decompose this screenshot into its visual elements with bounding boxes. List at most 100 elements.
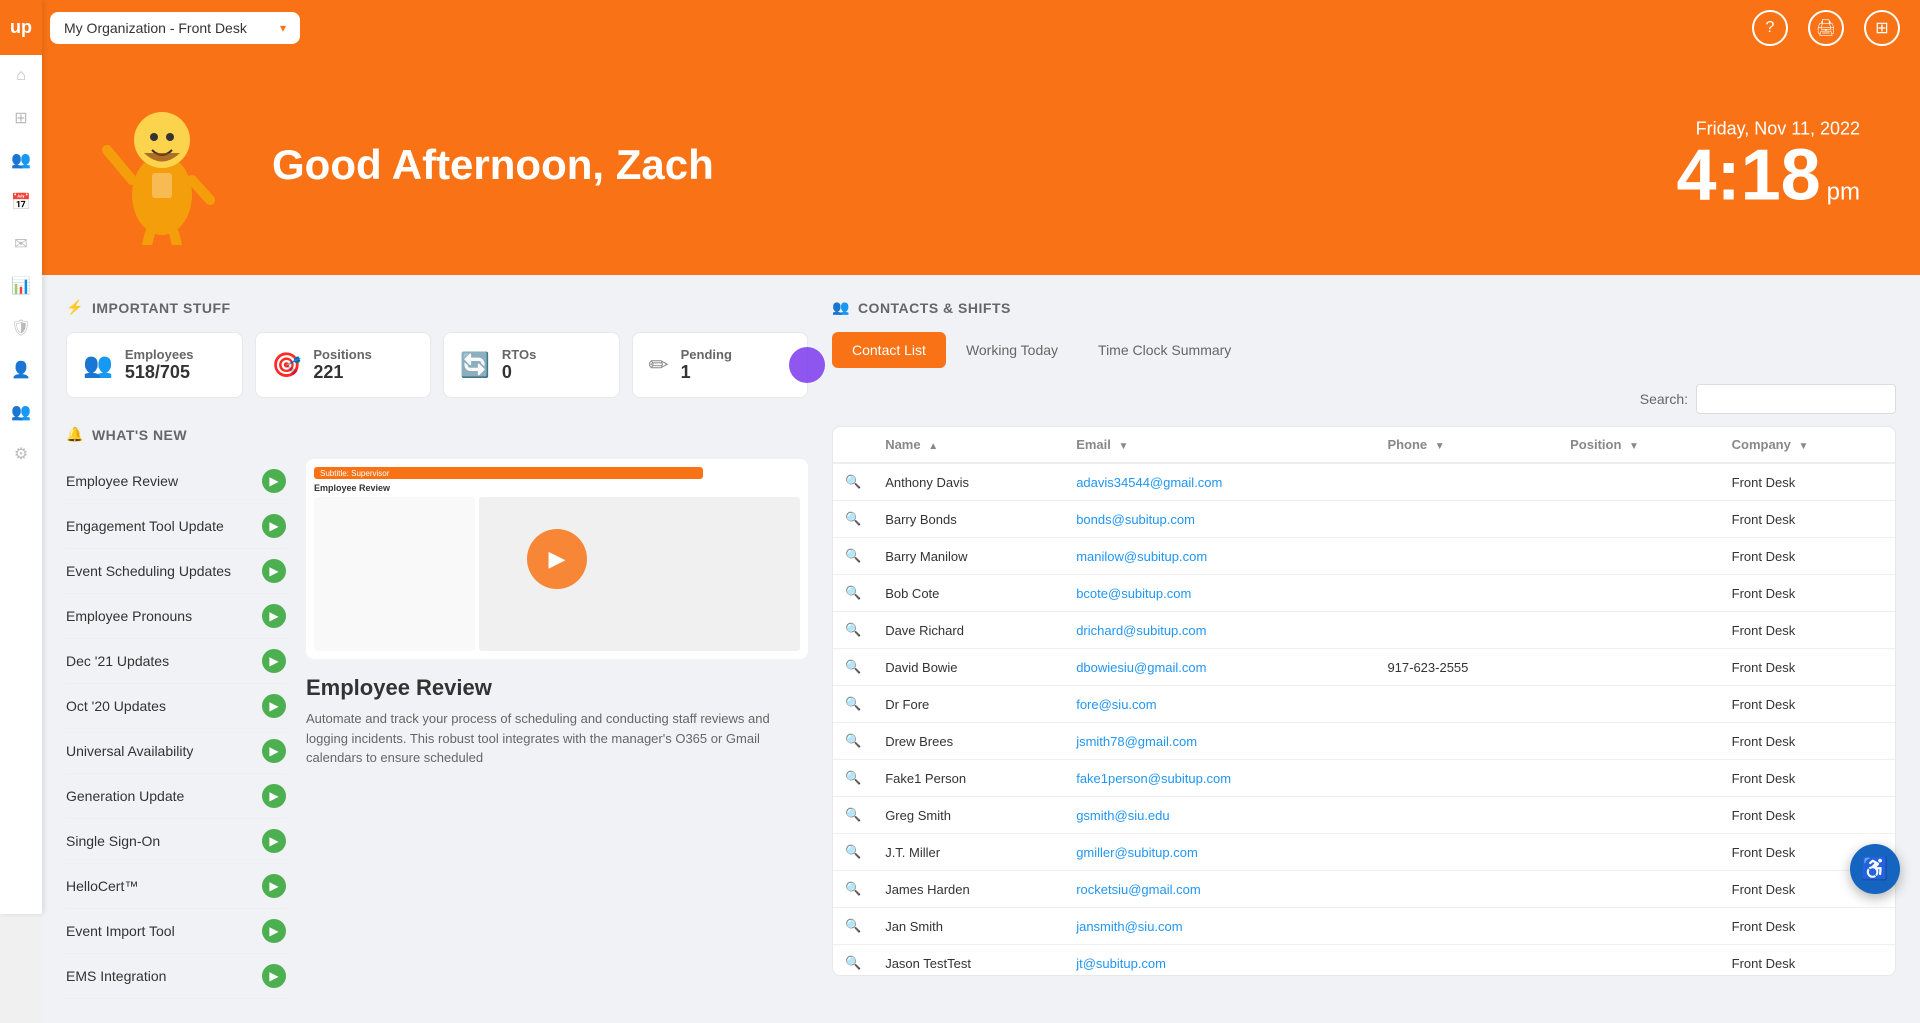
sidebar-item-calendar[interactable]: 📅 [0, 181, 42, 223]
row-email[interactable]: bonds@subitup.com [1064, 501, 1375, 538]
row-email[interactable]: bcote@subitup.com [1064, 575, 1375, 612]
sidebar-item-grid[interactable]: ⊞ [0, 97, 42, 139]
list-item[interactable]: Event Import Tool ▶ [66, 909, 286, 954]
whats-new-label: WHAT'S NEW [92, 427, 187, 443]
row-email[interactable]: jt@subitup.com [1064, 945, 1375, 977]
table-row[interactable]: 🔍 Anthony Davis adavis34544@gmail.com Fr… [833, 463, 1895, 501]
sidebar-item-home[interactable]: ⌂ [0, 55, 42, 97]
list-item[interactable]: Generation Update ▶ [66, 774, 286, 819]
row-email[interactable]: manilow@subitup.com [1064, 538, 1375, 575]
table-row[interactable]: 🔍 J.T. Miller gmiller@subitup.com Front … [833, 834, 1895, 871]
list-item[interactable]: EMS Integration ▶ [66, 954, 286, 999]
sort-arrow-phone: ▼ [1435, 441, 1445, 452]
table-row[interactable]: 🔍 Jason TestTest jt@subitup.com Front De… [833, 945, 1895, 977]
stat-employees[interactable]: 👥 Employees 518/705 [66, 332, 243, 398]
table-row[interactable]: 🔍 Dave Richard drichard@subitup.com Fron… [833, 612, 1895, 649]
list-item[interactable]: HelloCert™ ▶ [66, 864, 286, 909]
sidebar-item-mail[interactable]: ✉ [0, 223, 42, 265]
table-row[interactable]: 🔍 Dr Fore fore@siu.com Front Desk [833, 686, 1895, 723]
row-name: Greg Smith [873, 797, 1064, 834]
col-name[interactable]: Name ▲ [873, 427, 1064, 463]
row-email[interactable]: gsmith@siu.edu [1064, 797, 1375, 834]
row-name: Jan Smith [873, 908, 1064, 945]
sidebar-item-person[interactable]: 👤 [0, 349, 42, 391]
col-email[interactable]: Email ▼ [1064, 427, 1375, 463]
table-row[interactable]: 🔍 Fake1 Person fake1person@subitup.com F… [833, 760, 1895, 797]
list-item[interactable]: Employee Review ▶ [66, 459, 286, 504]
stat-pending[interactable]: ✏ Pending 1 [632, 332, 809, 398]
table-row[interactable]: 🔍 Greg Smith gsmith@siu.edu Front Desk [833, 797, 1895, 834]
sort-arrow-name: ▲ [928, 441, 938, 452]
main-content: My Organization - Front Desk ▾ ? 🖨 ⊞ [42, 0, 1920, 1023]
sidebar-item-shield[interactable]: 🛡 [0, 307, 42, 349]
col-company[interactable]: Company ▼ [1720, 427, 1895, 463]
org-selector[interactable]: My Organization - Front Desk ▾ [50, 12, 300, 44]
row-email[interactable]: jansmith@siu.com [1064, 908, 1375, 945]
col-position[interactable]: Position ▼ [1558, 427, 1720, 463]
list-item[interactable]: Single Sign-On ▶ [66, 819, 286, 864]
table-row[interactable]: 🔍 James Harden rocketsiu@gmail.com Front… [833, 871, 1895, 908]
table-row[interactable]: 🔍 Barry Manilow manilow@subitup.com Fron… [833, 538, 1895, 575]
arrow-icon: ▶ [262, 469, 286, 493]
table-row[interactable]: 🔍 Barry Bonds bonds@subitup.com Front De… [833, 501, 1895, 538]
org-name: My Organization - Front Desk [64, 20, 272, 36]
sort-arrow-company: ▼ [1798, 441, 1808, 452]
accessibility-button[interactable]: ♿ [1850, 844, 1900, 894]
row-email[interactable]: fore@siu.com [1064, 686, 1375, 723]
table-row[interactable]: 🔍 Jan Smith jansmith@siu.com Front Desk [833, 908, 1895, 945]
play-button[interactable]: ▶ [527, 529, 587, 589]
help-button[interactable]: ? [1752, 10, 1788, 46]
sidebar-item-group[interactable]: 👥 [0, 391, 42, 433]
employees-label: Employees [125, 347, 194, 362]
rtos-value: 0 [502, 362, 536, 383]
arrow-icon: ▶ [262, 739, 286, 763]
list-item[interactable]: Universal Availability ▶ [66, 729, 286, 774]
tab-time-clock-summary[interactable]: Time Clock Summary [1078, 332, 1251, 368]
row-email[interactable]: adavis34544@gmail.com [1064, 463, 1375, 501]
greeting: Good Afternoon, Zach [272, 141, 714, 188]
item-label: Single Sign-On [66, 833, 262, 849]
print-button[interactable]: 🖨 [1808, 10, 1844, 46]
table-row[interactable]: 🔍 Drew Brees jsmith78@gmail.com Front De… [833, 723, 1895, 760]
important-stuff-label: IMPORTANT STUFF [92, 300, 231, 316]
row-email[interactable]: jsmith78@gmail.com [1064, 723, 1375, 760]
apps-button[interactable]: ⊞ [1864, 10, 1900, 46]
list-item[interactable]: Event Scheduling Updates ▶ [66, 549, 286, 594]
row-position [1558, 723, 1720, 760]
contact-table-wrapper: Name ▲ Email ▼ Phone ▼ [832, 426, 1896, 976]
table-row[interactable]: 🔍 David Bowie dbowiesiu@gmail.com 917-62… [833, 649, 1895, 686]
row-position [1558, 649, 1720, 686]
contacts-tabs: Contact List Working Today Time Clock Su… [832, 332, 1896, 368]
row-user-icon: 🔍 [833, 575, 873, 612]
arrow-icon: ▶ [262, 649, 286, 673]
stat-rtos[interactable]: 🔄 RTOs 0 [443, 332, 620, 398]
video-thumbnail[interactable]: Subtitle: Supervisor Employee Review ▶ [306, 459, 808, 659]
row-position [1558, 575, 1720, 612]
row-user-icon: 🔍 [833, 463, 873, 501]
right-panel: 👥 CONTACTS & SHIFTS Contact List Working… [832, 275, 1920, 1023]
sidebar-item-settings[interactable]: ⚙ [0, 433, 42, 475]
row-email[interactable]: rocketsiu@gmail.com [1064, 871, 1375, 908]
search-input[interactable] [1696, 384, 1896, 414]
stat-positions[interactable]: 🎯 Positions 221 [255, 332, 432, 398]
row-phone [1375, 612, 1558, 649]
app-logo[interactable]: up [0, 0, 42, 55]
list-item[interactable]: Oct '20 Updates ▶ [66, 684, 286, 729]
positions-icon: 🎯 [272, 351, 302, 380]
row-user-icon: 🔍 [833, 501, 873, 538]
row-email[interactable]: fake1person@subitup.com [1064, 760, 1375, 797]
col-phone[interactable]: Phone ▼ [1375, 427, 1558, 463]
sidebar-item-people[interactable]: 👥 [0, 139, 42, 181]
tab-contact-list[interactable]: Contact List [832, 332, 946, 368]
row-email[interactable]: dbowiesiu@gmail.com [1064, 649, 1375, 686]
table-row[interactable]: 🔍 Bob Cote bcote@subitup.com Front Desk [833, 575, 1895, 612]
tab-working-today[interactable]: Working Today [946, 332, 1078, 368]
arrow-icon: ▶ [262, 874, 286, 898]
list-item[interactable]: Employee Pronouns ▶ [66, 594, 286, 639]
list-item[interactable]: Dec '21 Updates ▶ [66, 639, 286, 684]
sidebar-item-chart[interactable]: 📊 [0, 265, 42, 307]
row-email[interactable]: gmiller@subitup.com [1064, 834, 1375, 871]
list-item[interactable]: Engagement Tool Update ▶ [66, 504, 286, 549]
row-email[interactable]: drichard@subitup.com [1064, 612, 1375, 649]
hero-datetime: Friday, Nov 11, 2022 4:18 pm [1677, 119, 1860, 212]
